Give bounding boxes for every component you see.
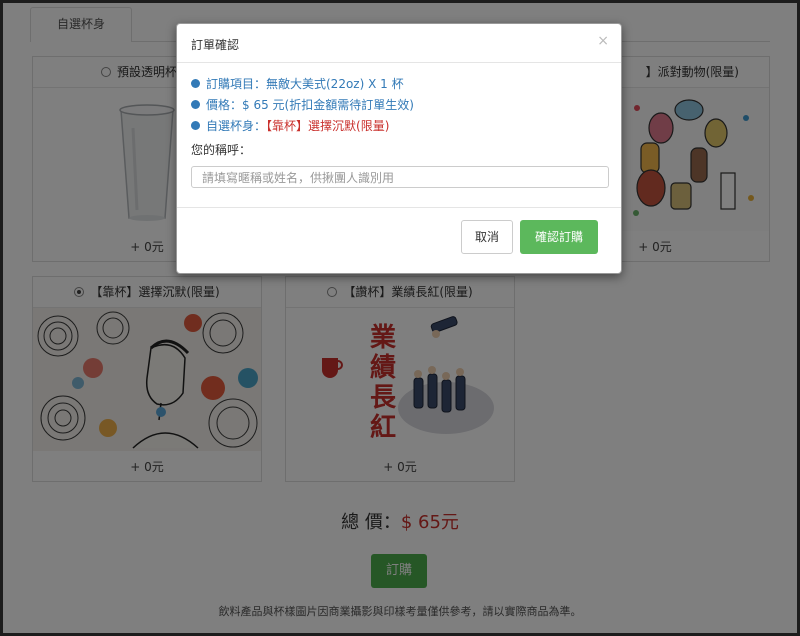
price-line: 價格：$ 65 元(折扣金額需待訂單生效) xyxy=(191,95,609,116)
price-text: 價格：$ 65 元(折扣金額需待訂單生效) xyxy=(206,98,414,112)
modal-title: 訂單確認 xyxy=(191,38,240,52)
cup-line: 自選杯身：【靠杯】選擇沉默(限量) xyxy=(191,116,609,137)
close-icon[interactable]: × xyxy=(597,33,609,49)
bullet-icon xyxy=(191,100,200,109)
cup-value: 【靠杯】選擇沉默(限量) xyxy=(266,119,390,133)
confirm-order-button[interactable]: 確認訂購 xyxy=(520,220,598,254)
order-item-line: 訂購項目：無敵大美式(22oz) X 1 杯 xyxy=(191,74,609,95)
bullet-icon xyxy=(191,79,200,88)
modal-header: 訂單確認 × xyxy=(177,24,621,63)
bullet-icon xyxy=(191,121,200,130)
order-confirm-modal: 訂單確認 × 訂購項目：無敵大美式(22oz) X 1 杯 價格：$ 65 元(… xyxy=(176,23,622,274)
modal-body: 訂購項目：無敵大美式(22oz) X 1 杯 價格：$ 65 元(折扣金額需待訂… xyxy=(191,74,609,188)
nickname-label: 您的稱呼： xyxy=(191,143,252,157)
cup-prefix: 自選杯身： xyxy=(206,119,267,133)
modal-footer: 取消 確認訂購 xyxy=(177,207,621,274)
nickname-input[interactable]: 請填寫暱稱或姓名，供揪團人識別用 xyxy=(191,166,609,188)
cancel-button[interactable]: 取消 xyxy=(461,220,513,254)
order-item-text: 訂購項目：無敵大美式(22oz) X 1 杯 xyxy=(206,77,404,91)
window-frame: 自選杯身 預設透明杯/空 + 0元 】派對動物(限量) xyxy=(0,0,800,636)
